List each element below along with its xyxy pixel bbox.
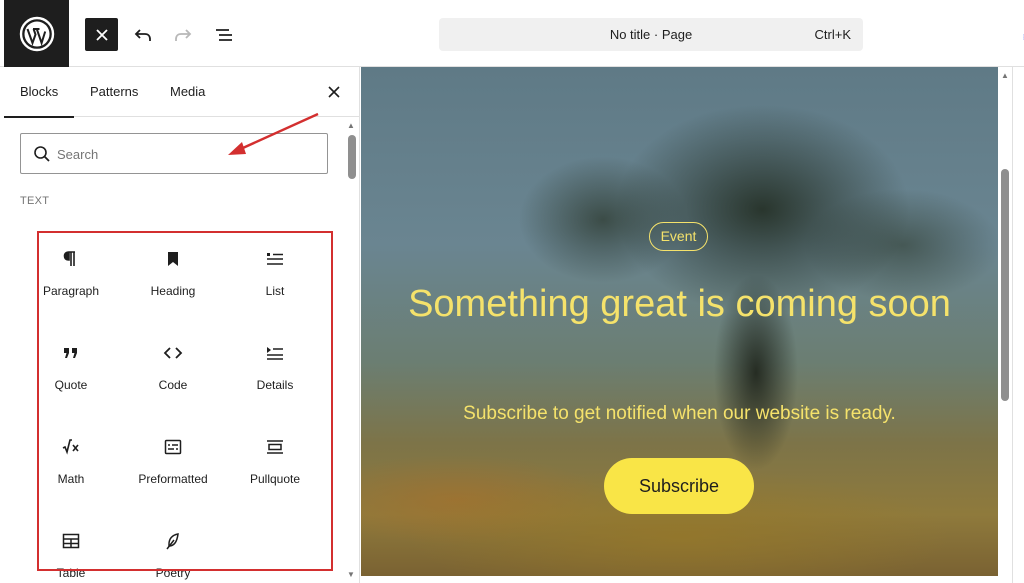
search-input[interactable]: [57, 142, 317, 166]
details-icon: [263, 341, 287, 365]
block-item-code[interactable]: Code: [122, 337, 224, 417]
close-panel-button[interactable]: [324, 82, 344, 102]
quote-icon: [59, 341, 83, 365]
table-icon: [59, 529, 83, 553]
tab-media[interactable]: Media: [170, 84, 205, 99]
block-inserter-panel: Blocks Patterns Media TEXT Paragraph: [4, 67, 360, 583]
editor-canvas[interactable]: Event Something great is coming soon Sub…: [361, 67, 998, 576]
block-item-label: Quote: [54, 378, 88, 392]
tab-patterns[interactable]: Patterns: [90, 84, 138, 99]
wordpress-logo-icon[interactable]: [4, 0, 69, 67]
command-palette-bar[interactable]: No title · Page Ctrl+K: [439, 18, 863, 51]
math-icon: [59, 435, 83, 459]
block-item-paragraph[interactable]: Paragraph: [20, 243, 122, 323]
block-search-field[interactable]: [20, 133, 328, 174]
close-inserter-button[interactable]: [85, 18, 118, 51]
block-item-poetry[interactable]: Poetry: [122, 525, 224, 583]
command-shortcut: Ctrl+K: [814, 27, 851, 42]
document-title: No title · Page: [609, 27, 693, 42]
close-icon: [328, 86, 340, 98]
code-icon: [161, 341, 185, 365]
block-item-pullquote[interactable]: Pullquote: [224, 431, 326, 511]
block-item-table[interactable]: Table: [20, 525, 122, 583]
document-overview-icon: [216, 29, 232, 41]
block-item-quote[interactable]: Quote: [20, 337, 122, 417]
scrollbar-thumb[interactable]: [1001, 169, 1009, 401]
block-item-label: Code: [158, 378, 188, 392]
inserter-scrollbar[interactable]: ▲ ▼: [345, 117, 359, 583]
preformatted-icon: [161, 435, 185, 459]
redo-button[interactable]: [170, 22, 196, 48]
undo-button[interactable]: [130, 22, 156, 48]
block-item-label: Math: [57, 472, 85, 486]
scrollbar-thumb[interactable]: [348, 135, 356, 179]
scroll-up-arrow-icon[interactable]: ▲: [347, 121, 355, 130]
poetry-feather-icon: [161, 529, 185, 553]
paragraph-icon: [59, 247, 83, 271]
block-item-preformatted[interactable]: Preformatted: [122, 431, 224, 511]
close-icon: [95, 28, 108, 41]
redo-icon: [175, 29, 192, 41]
block-item-details[interactable]: Details: [224, 337, 326, 417]
block-item-label: Pullquote: [249, 472, 301, 486]
block-item-label: List: [265, 284, 285, 298]
block-item-label: Poetry: [155, 566, 191, 580]
pullquote-icon: [263, 435, 287, 459]
block-item-label: Details: [256, 378, 294, 392]
block-item-label: Paragraph: [42, 284, 100, 298]
list-icon: [263, 247, 287, 271]
heading-bookmark-icon: [161, 247, 185, 271]
event-badge[interactable]: Event: [649, 222, 708, 251]
category-label: TEXT: [20, 195, 50, 207]
editor-top-toolbar: No title · Page Ctrl+K ≡: [0, 0, 1024, 67]
undo-icon: [134, 29, 151, 41]
scroll-up-arrow-icon[interactable]: ▲: [1001, 71, 1009, 80]
block-item-label: Heading: [150, 284, 196, 298]
settings-sidebar-edge: [1012, 67, 1024, 583]
hero-subheading[interactable]: Subscribe to get notified when our websi…: [401, 403, 958, 425]
block-item-heading[interactable]: Heading: [122, 243, 224, 323]
hero-heading[interactable]: Something great is coming soon: [401, 281, 958, 327]
search-icon: [34, 146, 50, 162]
canvas-scrollbar[interactable]: ▲: [998, 67, 1012, 576]
block-item-list[interactable]: List: [224, 243, 326, 323]
scroll-down-arrow-icon[interactable]: ▼: [347, 570, 355, 579]
tab-blocks[interactable]: Blocks: [4, 84, 75, 118]
block-item-label: Preformatted: [138, 472, 208, 486]
inserter-tabs: Blocks Patterns Media: [4, 67, 359, 118]
subscribe-button[interactable]: Subscribe: [604, 458, 754, 514]
block-item-math[interactable]: Math: [20, 431, 122, 511]
block-item-label: Table: [56, 566, 86, 580]
document-overview-button[interactable]: [211, 22, 237, 48]
